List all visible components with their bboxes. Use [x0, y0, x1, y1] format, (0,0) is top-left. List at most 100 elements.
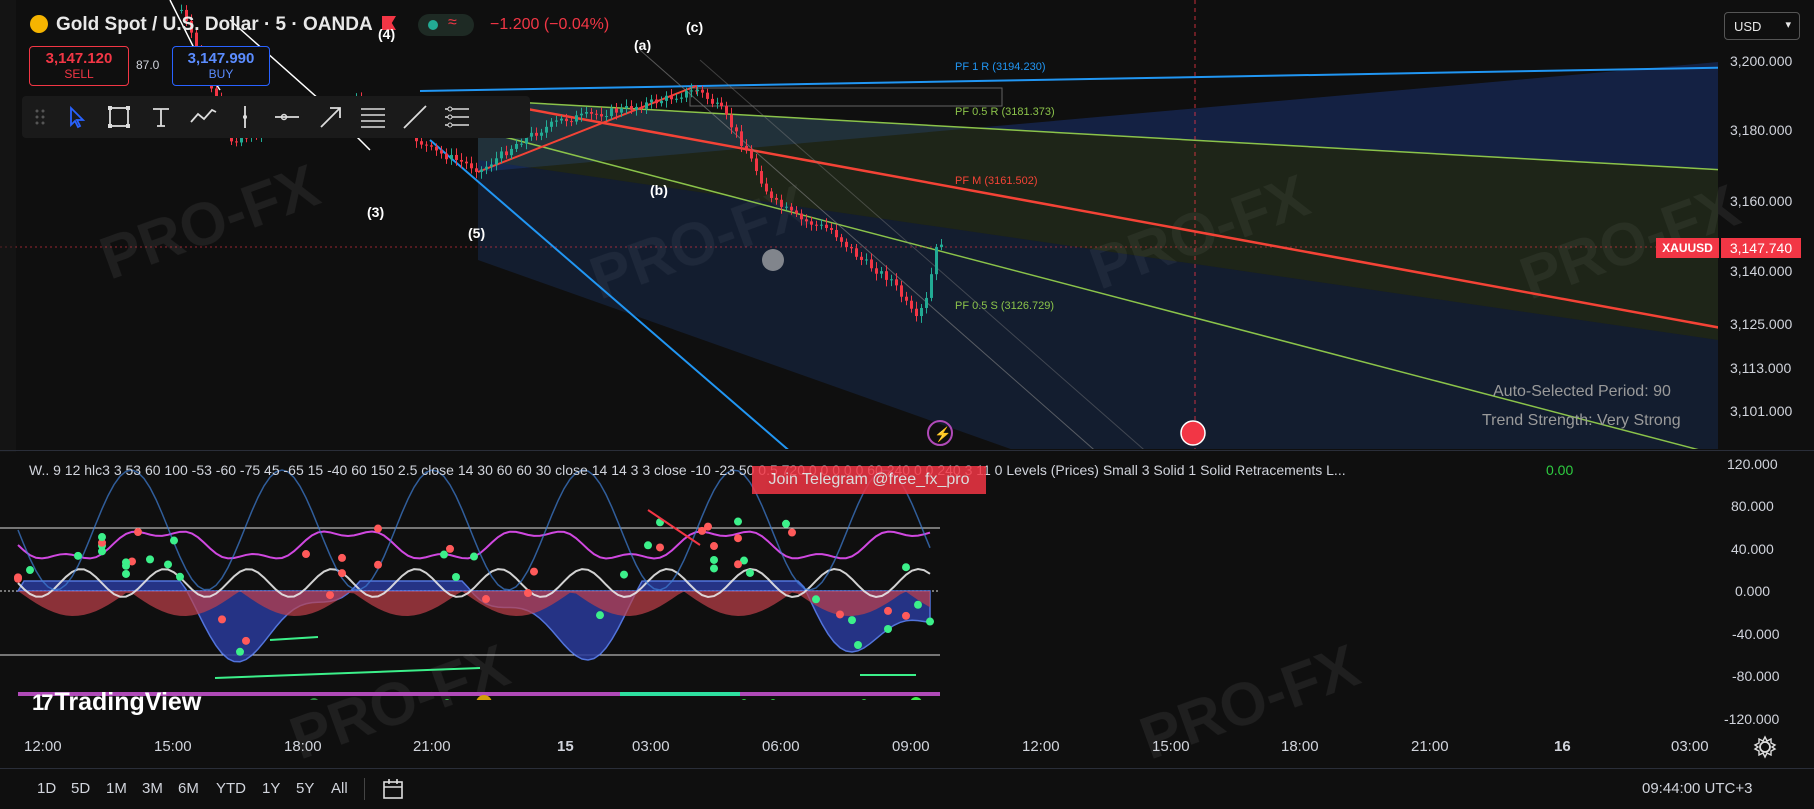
candle — [900, 285, 903, 297]
buy-button[interactable]: 3,147.990 BUY — [172, 46, 270, 86]
candle — [590, 112, 593, 114]
fib-retracement-icon[interactable] — [358, 102, 388, 132]
candle — [810, 221, 813, 225]
candle — [595, 113, 598, 115]
candle — [815, 224, 818, 226]
time-tick: 18:00 — [1281, 738, 1319, 755]
candle — [545, 126, 548, 133]
signal-dot — [812, 595, 820, 604]
pitchfork-tool-icon[interactable] — [442, 102, 472, 132]
range-6m[interactable]: 6M — [178, 780, 199, 797]
signal-dot — [452, 573, 460, 582]
signal-dot — [884, 625, 892, 634]
time-tick: 12:00 — [24, 738, 62, 755]
pf-r05-label: PF 0.5 R (3181.373) — [955, 106, 1055, 118]
indicator-tick: 80.000 — [1731, 498, 1774, 514]
horizontal-ray-icon[interactable] — [272, 102, 302, 132]
indicator-tick: -80.000 — [1732, 668, 1780, 684]
signal-dot — [596, 611, 604, 620]
candle — [845, 241, 848, 248]
signal-dot — [734, 517, 742, 526]
time-tick: 21:00 — [1411, 738, 1449, 755]
wave-label-3: (3) — [367, 204, 385, 220]
range-3m[interactable]: 3M — [142, 780, 163, 797]
candle — [485, 166, 488, 170]
arrow-tool-icon[interactable] — [316, 102, 346, 132]
gold-coin-icon — [30, 15, 48, 33]
range-ytd[interactable]: YTD — [216, 780, 246, 797]
vertical-line-icon[interactable] — [230, 102, 260, 132]
sell-button[interactable]: 3,147.120 SELL — [29, 46, 129, 86]
candle — [870, 259, 873, 269]
signal-dot — [14, 573, 22, 582]
candle — [716, 102, 719, 104]
signal-dot — [98, 533, 106, 542]
signal-dot — [788, 528, 796, 537]
settings-gear-icon[interactable] — [1752, 734, 1778, 760]
time-tick: 09:00 — [892, 738, 930, 755]
signal-dot — [656, 543, 664, 552]
market-status-pill[interactable] — [418, 14, 474, 36]
time-tick: 03:00 — [1671, 738, 1709, 755]
candle — [420, 141, 423, 145]
time-tick: 15 — [557, 738, 574, 755]
drag-handle-icon[interactable] — [26, 102, 56, 132]
indicator-value: 0.00 — [1546, 462, 1574, 478]
cursor-icon[interactable] — [62, 102, 92, 132]
candle — [750, 150, 753, 159]
calendar-range-icon[interactable] — [380, 776, 406, 802]
candle — [240, 137, 243, 143]
candle — [650, 99, 653, 103]
candle — [490, 164, 493, 167]
range-all[interactable]: All — [331, 780, 348, 797]
signal-dot — [848, 616, 856, 625]
range-1d[interactable]: 1D — [37, 780, 56, 797]
candle — [540, 132, 543, 136]
clock-timezone[interactable]: 09:44:00 UTC+3 — [1642, 780, 1753, 797]
signal-dot — [782, 519, 790, 528]
currency-dropdown[interactable]: USD ▾ — [1724, 12, 1800, 40]
trend-line-icon[interactable] — [400, 102, 430, 132]
rectangle-tool-icon[interactable] — [104, 102, 134, 132]
signal-dot — [176, 572, 184, 581]
symbol-title[interactable]: Gold Spot / U.S. Dollar · 5 · OANDA — [56, 14, 373, 36]
candle — [720, 102, 723, 107]
range-1m[interactable]: 1M — [106, 780, 127, 797]
candle — [940, 244, 943, 248]
candle — [775, 197, 778, 200]
indicator-tick: 40.000 — [1731, 541, 1774, 557]
spread-value: 87.0 — [136, 58, 160, 72]
range-1y[interactable]: 1Y — [262, 780, 280, 797]
sell-price: 3,147.120 — [45, 50, 113, 67]
range-5d[interactable]: 5D — [71, 780, 90, 797]
signal-dot — [338, 569, 346, 578]
candle — [510, 148, 513, 156]
chevron-down-icon: ▾ — [1785, 19, 1791, 31]
candle — [745, 145, 748, 151]
signal-dot — [914, 600, 922, 609]
text-tool-icon[interactable] — [146, 102, 176, 132]
path-tool-icon[interactable] — [188, 102, 218, 132]
price-tick: 3,101.000 — [1730, 403, 1793, 419]
candle — [530, 132, 533, 137]
candle — [725, 106, 728, 115]
time-tick: 18:00 — [284, 738, 322, 755]
candle — [735, 127, 738, 132]
indicator-settings-label[interactable]: W.. 9 12 hlc3 3 53 60 100 -53 -60 -75 45… — [29, 462, 1346, 478]
tv-logo-text: TradingView — [54, 688, 202, 716]
price-tick: 3,200.000 — [1730, 53, 1793, 69]
candle — [905, 296, 908, 301]
candle — [670, 95, 673, 100]
candle — [740, 131, 743, 146]
candle — [480, 169, 483, 172]
candle — [696, 89, 699, 92]
tradingview-logo[interactable]: 17 TradingView — [32, 688, 201, 717]
wave-label-4: (4) — [378, 26, 396, 42]
candle — [930, 274, 933, 298]
candle — [790, 206, 793, 211]
candle — [660, 100, 663, 104]
range-5y[interactable]: 5Y — [296, 780, 314, 797]
candle — [535, 132, 538, 136]
candle — [180, 9, 183, 11]
candle — [780, 199, 783, 207]
